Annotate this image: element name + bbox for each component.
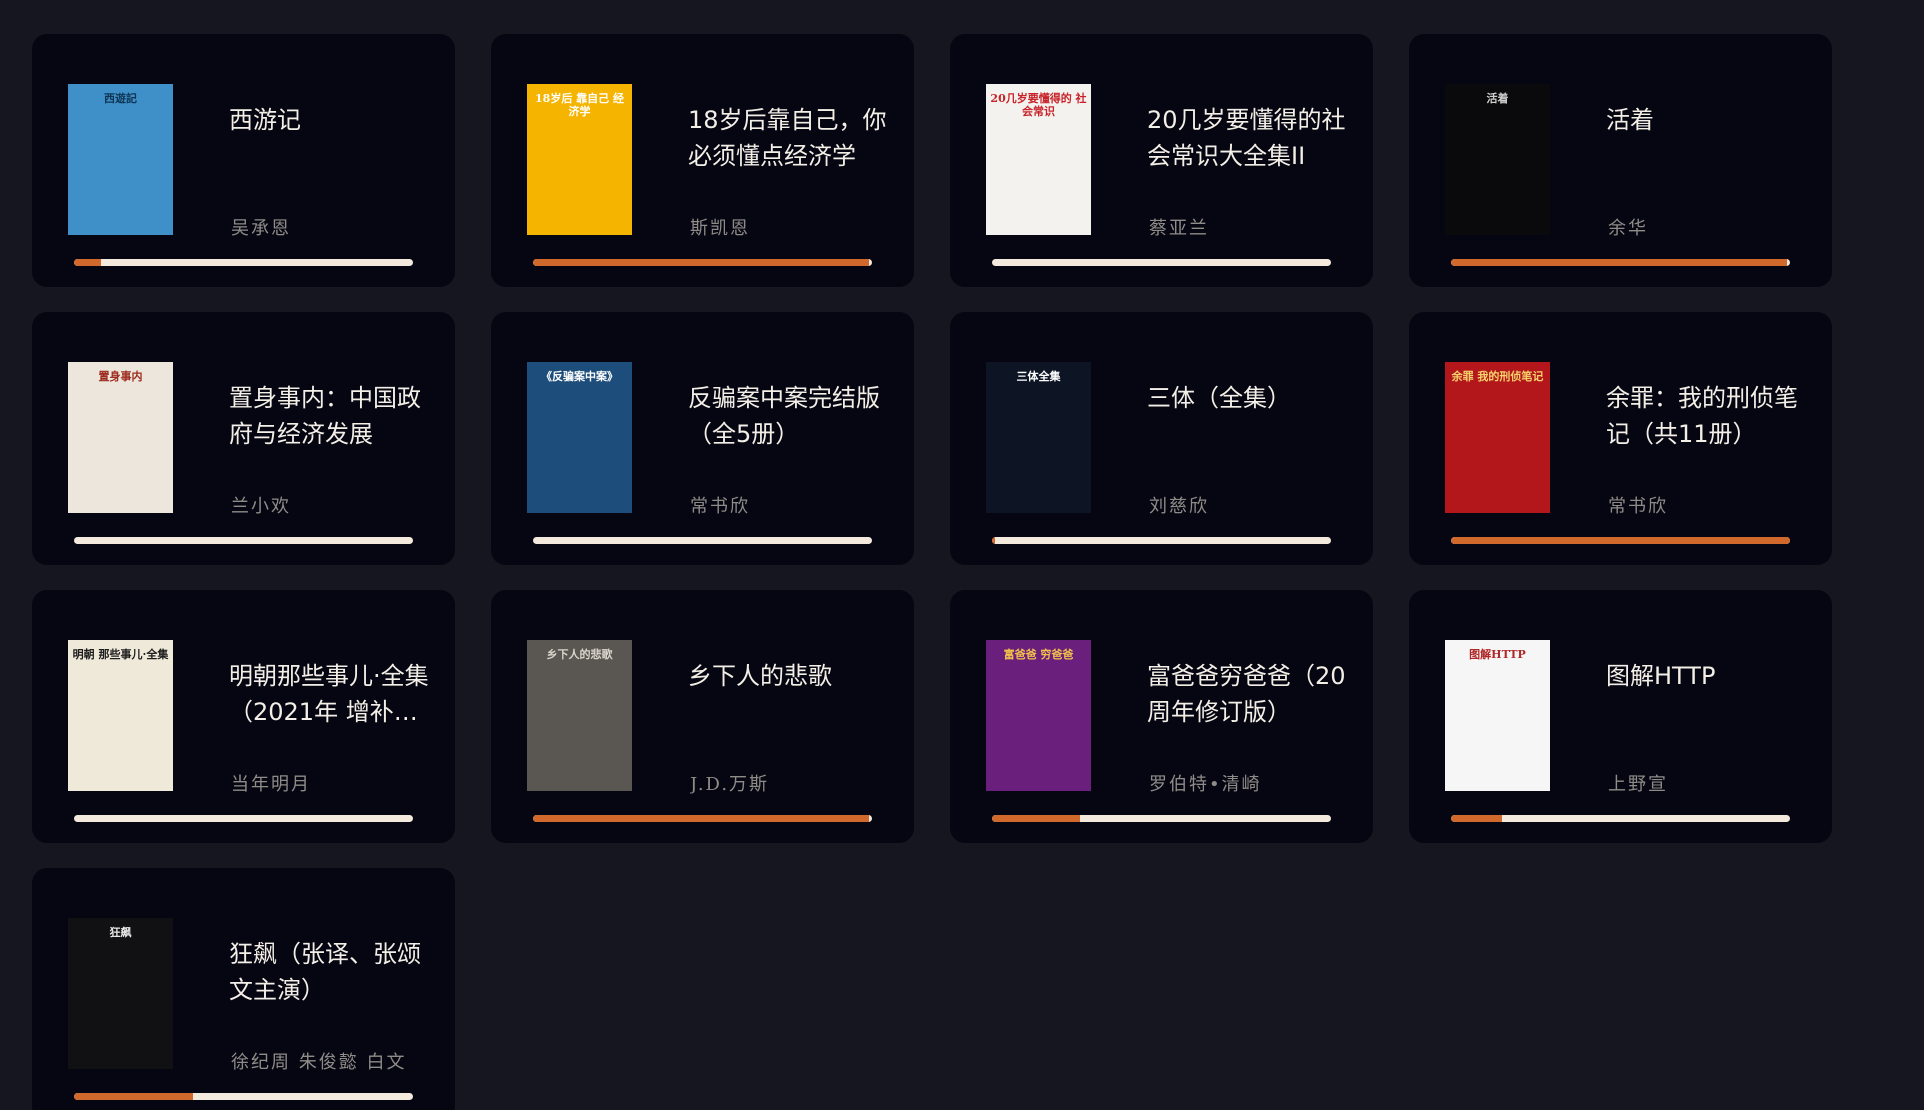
book-cover-title: 三体全集: [1016, 370, 1061, 383]
reading-progress-bar: [74, 537, 413, 544]
book-author: 吴承恩: [231, 218, 291, 239]
book-cover-art: [68, 640, 173, 791]
book-cover-title: 20几岁要懂得的 社会常识: [990, 92, 1087, 119]
book-cover[interactable]: 置身事内: [68, 362, 173, 513]
reading-progress-fill: [992, 815, 1081, 822]
reading-progress-bar: [74, 815, 413, 822]
book-cover[interactable]: 图解HTTP: [1445, 640, 1550, 791]
book-cover-art: [527, 362, 632, 513]
book-title[interactable]: 富爸爸穷爸爸（20周年修订版）: [1147, 658, 1347, 730]
reading-progress-bar: [74, 259, 413, 266]
book-cover-art: [1445, 84, 1550, 235]
reading-progress-fill: [992, 537, 996, 544]
reading-progress-bar: [533, 537, 872, 544]
book-author: 徐纪周 朱俊懿 白文: [231, 1052, 407, 1073]
book-author: 刘慈欣: [1149, 496, 1209, 517]
book-card[interactable]: 富爸爸 穷爸爸富爸爸穷爸爸（20周年修订版） 罗伯特•清崎: [950, 590, 1373, 843]
book-cover[interactable]: 余罪 我的刑侦笔记: [1445, 362, 1550, 513]
book-card[interactable]: 乡下人的悲歌 乡下人的悲歌 J.D.万斯: [491, 590, 914, 843]
book-cover-art: [68, 362, 173, 513]
book-author: 上野宣: [1608, 774, 1668, 795]
book-cover-title: 18岁后 靠自己 经济学: [535, 92, 624, 119]
book-cover-title: 活着: [1486, 92, 1509, 105]
book-card[interactable]: 20几岁要懂得的 社会常识 20几岁要懂得的社会常识大全集II 蔡亚兰: [950, 34, 1373, 287]
book-title[interactable]: 18岁后靠自己，你必须懂点经济学: [688, 102, 888, 174]
book-cover[interactable]: 18岁后 靠自己 经济学: [527, 84, 632, 235]
book-title[interactable]: 图解HTTP: [1606, 658, 1806, 694]
reading-progress-bar: [533, 815, 872, 822]
book-cover-title: 图解HTTP: [1469, 648, 1526, 661]
book-author: 常书欣: [1608, 496, 1668, 517]
book-cover[interactable]: 西遊記: [68, 84, 173, 235]
reading-progress-fill: [1451, 815, 1502, 822]
reading-progress-bar: [533, 259, 872, 266]
book-cover[interactable]: 三体全集: [986, 362, 1091, 513]
book-title[interactable]: 活着: [1606, 102, 1806, 138]
reading-progress-bar: [1451, 815, 1790, 822]
reading-progress-bar: [74, 1093, 413, 1100]
book-cover-art: [1445, 640, 1550, 791]
reading-progress-bar: [992, 815, 1331, 822]
book-card[interactable]: 18岁后 靠自己 经济学 18岁后靠自己，你必须懂点经济学斯凯恩: [491, 34, 914, 287]
book-cover-art: [527, 640, 632, 791]
book-cover[interactable]: 明朝 那些事儿·全集: [68, 640, 173, 791]
book-author: J.D.万斯: [690, 774, 770, 795]
book-author: 当年明月: [231, 774, 311, 795]
reading-progress-fill: [533, 815, 869, 822]
book-cover-title: 明朝 那些事儿·全集: [72, 648, 169, 661]
book-cover-title: 西遊記: [104, 92, 137, 105]
book-cover-title: 富爸爸 穷爸爸: [1003, 648, 1074, 661]
book-card[interactable]: 三体全集三体（全集） 刘慈欣: [950, 312, 1373, 565]
book-cover[interactable]: 狂飙: [68, 918, 173, 1069]
book-card[interactable]: 图解HTTP 图解HTTP 上野宣: [1409, 590, 1832, 843]
book-cover-art: [986, 362, 1091, 513]
book-card[interactable]: 余罪 我的刑侦笔记余罪：我的刑侦笔记（共11册） 常书欣: [1409, 312, 1832, 565]
book-cover-title: 《反骗案中案》: [541, 370, 618, 383]
book-cover[interactable]: 富爸爸 穷爸爸: [986, 640, 1091, 791]
book-title[interactable]: 西游记: [229, 102, 429, 138]
book-cover-title: 狂飙: [109, 926, 132, 939]
book-title[interactable]: 余罪：我的刑侦笔记（共11册）: [1606, 380, 1806, 452]
book-author: 蔡亚兰: [1149, 218, 1209, 239]
book-author: 斯凯恩: [690, 218, 750, 239]
book-author: 余华: [1608, 218, 1648, 239]
book-cover-art: [986, 640, 1091, 791]
book-cover-art: [68, 918, 173, 1069]
book-cover-title: 置身事内: [98, 370, 143, 383]
reading-progress-fill: [533, 259, 869, 266]
book-card[interactable]: 西遊記西游记吴承恩: [32, 34, 455, 287]
reading-progress-bar: [1451, 537, 1790, 544]
book-title[interactable]: 狂飙（张译、张颂文主演）: [229, 936, 429, 1008]
book-cover-art: [68, 84, 173, 235]
book-cover[interactable]: 《反骗案中案》: [527, 362, 632, 513]
book-cover[interactable]: 乡下人的悲歌: [527, 640, 632, 791]
reading-progress-bar: [992, 259, 1331, 266]
book-cover-art: [1445, 362, 1550, 513]
reading-progress-fill: [74, 259, 102, 266]
book-title[interactable]: 反骗案中案完结版（全5册）: [688, 380, 888, 452]
reading-progress-bar: [992, 537, 1331, 544]
book-author: 兰小欢: [231, 496, 291, 517]
book-cover-title: 乡下人的悲歌: [546, 648, 613, 661]
reading-progress-fill: [1451, 537, 1790, 544]
book-title[interactable]: 三体（全集）: [1147, 380, 1347, 416]
book-author: 常书欣: [690, 496, 750, 517]
reading-progress-bar: [1451, 259, 1790, 266]
book-author: 罗伯特•清崎: [1149, 774, 1262, 795]
book-card[interactable]: 置身事内置身事内：中国政府与经济发展兰小欢: [32, 312, 455, 565]
book-card[interactable]: 明朝 那些事儿·全集明朝那些事儿·全集（2021年 增补版） 当年明月: [32, 590, 455, 843]
book-title[interactable]: 20几岁要懂得的社会常识大全集II: [1147, 102, 1347, 174]
bookshelf-grid: 西遊記西游记吴承恩 18岁后 靠自己 经济学 18岁后靠自己，你必须懂点经济学斯凯恩…: [32, 34, 1862, 1110]
book-title[interactable]: 乡下人的悲歌: [688, 658, 888, 694]
book-card[interactable]: 活着 活着 余华: [1409, 34, 1832, 287]
book-title[interactable]: 明朝那些事儿·全集（2021年 增补版）: [229, 658, 429, 730]
book-title[interactable]: 置身事内：中国政府与经济发展: [229, 380, 429, 452]
book-card[interactable]: 《反骗案中案》反骗案中案完结版（全5册） 常书欣: [491, 312, 914, 565]
reading-progress-fill: [1451, 259, 1787, 266]
book-cover-title: 余罪 我的刑侦笔记: [1451, 370, 1544, 383]
reading-progress-fill: [74, 1093, 193, 1100]
book-cover[interactable]: 活着: [1445, 84, 1550, 235]
book-card[interactable]: 狂飙狂飙（张译、张颂文主演） 徐纪周 朱俊懿 白文: [32, 868, 455, 1110]
book-cover[interactable]: 20几岁要懂得的 社会常识: [986, 84, 1091, 235]
